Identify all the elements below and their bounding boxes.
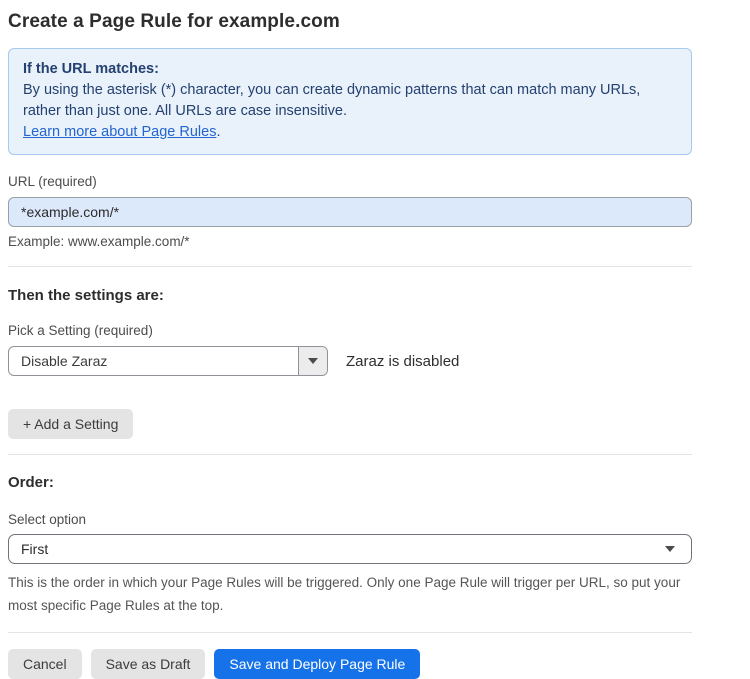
divider [8, 454, 692, 455]
add-setting-button[interactable]: + Add a Setting [8, 409, 133, 439]
cancel-button[interactable]: Cancel [8, 649, 82, 679]
url-label: URL (required) [8, 174, 692, 189]
info-box-heading: If the URL matches: [23, 59, 677, 80]
select-option-label: Select option [8, 512, 692, 527]
setting-dropdown-value: Disable Zaraz [9, 347, 298, 375]
url-example-hint: Example: www.example.com/* [8, 234, 692, 249]
settings-section-heading: Then the settings are: [8, 287, 692, 304]
order-select-value: First [21, 541, 48, 557]
info-box-body: By using the asterisk (*) character, you… [23, 80, 653, 122]
info-box-link-line: Learn more about Page Rules. [23, 122, 677, 143]
order-select[interactable]: First [8, 534, 692, 564]
order-section-heading: Order: [8, 474, 692, 491]
link-period: . [216, 124, 220, 140]
chevron-down-icon [665, 546, 675, 552]
setting-row: Disable Zaraz Zaraz is disabled [8, 346, 692, 376]
divider [8, 632, 692, 633]
setting-status-text: Zaraz is disabled [346, 353, 459, 370]
page-rule-form: Create a Page Rule for example.com If th… [0, 0, 750, 679]
save-draft-button[interactable]: Save as Draft [91, 649, 206, 679]
url-match-info-box: If the URL matches: By using the asteris… [8, 48, 692, 155]
save-deploy-button[interactable]: Save and Deploy Page Rule [214, 649, 420, 679]
order-help-text: This is the order in which your Page Rul… [8, 571, 692, 617]
setting-dropdown-arrow-button[interactable] [298, 347, 327, 375]
chevron-down-icon [308, 358, 318, 364]
url-input[interactable] [8, 197, 692, 227]
form-actions: Cancel Save as Draft Save and Deploy Pag… [8, 649, 692, 679]
pick-setting-label: Pick a Setting (required) [8, 323, 692, 338]
learn-more-link[interactable]: Learn more about Page Rules [23, 124, 216, 140]
page-title: Create a Page Rule for example.com [8, 11, 692, 33]
divider [8, 266, 692, 267]
setting-dropdown[interactable]: Disable Zaraz [8, 346, 328, 376]
